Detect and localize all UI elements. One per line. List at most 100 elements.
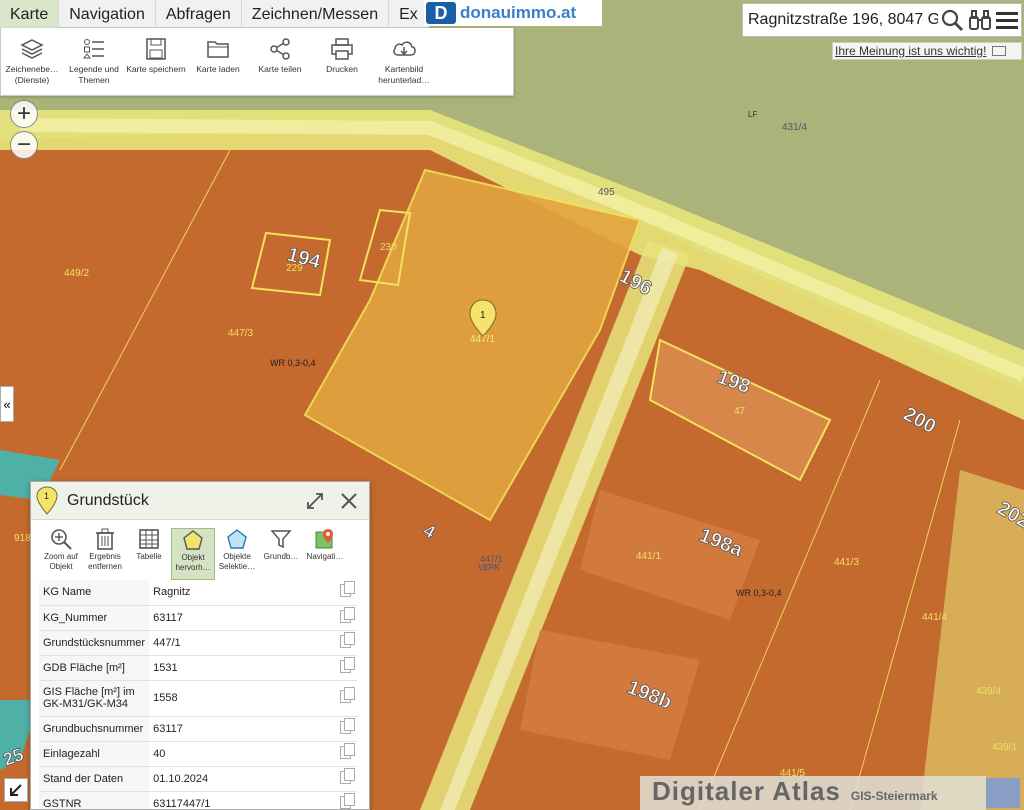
copy-icon[interactable] xyxy=(339,792,355,809)
highlight-object-label: Objekt hervorh… xyxy=(175,553,211,572)
copy-icon[interactable] xyxy=(339,581,355,598)
layers-button[interactable]: Zeichenebe… (Dienste) xyxy=(1,28,63,95)
main-menu-bar: Karte Navigation Abfragen Zeichnen/Messe… xyxy=(0,0,429,28)
zoom-to-object-label: Zoom auf Objekt xyxy=(44,552,78,571)
binoculars-button[interactable] xyxy=(966,6,994,34)
copy-icon[interactable] xyxy=(339,687,355,703)
property-value: 1558 xyxy=(149,680,333,717)
feedback-link[interactable]: Ihre Meinung ist uns wichtig! xyxy=(835,44,986,58)
share-map-label: Karte teilen xyxy=(258,64,302,74)
highlight-object-button[interactable]: Objekt hervorh… xyxy=(171,528,215,580)
table-row: Grundstücksnummer 447/1 xyxy=(39,630,357,656)
land-register-button[interactable]: Grundb… xyxy=(259,528,303,580)
save-floppy-icon xyxy=(146,38,166,60)
property-value: 447/1 xyxy=(149,630,333,656)
map-label-wr-1: WR 0,3-0,4 xyxy=(270,358,316,368)
copy-icon[interactable] xyxy=(339,656,355,673)
brand-mark-icon: D xyxy=(426,2,456,24)
save-map-label: Karte speichern xyxy=(126,64,186,74)
download-map-image-button[interactable]: Kartenbild herunterlad… xyxy=(373,28,435,95)
map-label-449-2: 449/2 xyxy=(64,268,89,279)
print-label: Drucken xyxy=(326,64,358,74)
copy-icon[interactable] xyxy=(339,742,355,759)
tab-abfragen[interactable]: Abfragen xyxy=(156,0,242,28)
tab-karte[interactable]: Karte xyxy=(0,0,60,28)
map-label-441-1: 441/1 xyxy=(636,551,661,562)
table-button[interactable]: Tabelle xyxy=(127,528,171,580)
address-search-input[interactable] xyxy=(748,11,938,29)
print-button[interactable]: Drucken xyxy=(311,28,373,95)
property-value: 63117447/1 xyxy=(149,791,333,809)
share-map-button[interactable]: Karte teilen xyxy=(249,28,311,95)
filter-funnel-icon xyxy=(270,530,292,549)
table-icon xyxy=(139,529,159,549)
table-row: Grundbuchsnummer 63117 xyxy=(39,716,357,742)
binoculars-icon xyxy=(968,10,991,30)
panel-header: 1 Grundstück xyxy=(31,482,369,520)
brand-logo[interactable]: D donauimmo.at xyxy=(424,0,602,26)
copy-icon[interactable] xyxy=(339,606,355,623)
panel-title: Grundstück xyxy=(67,491,149,509)
property-value: 40 xyxy=(149,741,333,767)
property-key: Einlagezahl xyxy=(39,741,150,767)
mail-icon[interactable] xyxy=(992,46,1007,56)
tab-navigation[interactable]: Navigation xyxy=(59,0,156,28)
hamburger-menu-icon xyxy=(996,12,1019,29)
zoom-out-button[interactable]: − xyxy=(10,131,38,159)
brand-text: donauimmo.at xyxy=(460,3,577,22)
map-label-229: 229 xyxy=(286,263,303,274)
cloud-download-icon xyxy=(393,41,416,56)
navigation-pin-icon xyxy=(315,529,333,549)
map-label-441-3: 441/3 xyxy=(834,557,859,568)
map-label-lf: LF xyxy=(748,110,757,119)
navigation-button[interactable]: Navigati… xyxy=(303,528,347,580)
trash-icon xyxy=(96,528,114,550)
printer-icon xyxy=(331,38,353,60)
property-value: 63117 xyxy=(149,605,333,631)
property-key: GSTNR xyxy=(39,791,150,809)
land-register-label: Grundb… xyxy=(263,552,299,561)
map-label-447-3: 447/3 xyxy=(228,328,253,339)
property-key: Grundbuchsnummer xyxy=(39,716,150,742)
copy-icon[interactable] xyxy=(339,631,355,648)
map-label-441-4: 441/4 xyxy=(922,612,947,623)
panel-marker-number: 1 xyxy=(44,491,49,501)
navigation-label: Navigati… xyxy=(306,552,344,561)
address-search-box xyxy=(742,3,1022,37)
search-button[interactable] xyxy=(938,6,966,34)
zoom-to-object-button[interactable]: Zoom auf Objekt xyxy=(39,528,83,580)
tab-zeichnen-messen[interactable]: Zeichnen/Messen xyxy=(242,0,390,28)
layers-label: Zeichenebe… (Dienste) xyxy=(5,64,59,85)
copy-icon[interactable] xyxy=(339,767,355,784)
map-label-918: 918 xyxy=(14,533,31,544)
table-row: GIS Fläche [m²] im GK-M31/GK-M34 1558 xyxy=(39,680,357,717)
tab-extras[interactable]: Ex xyxy=(389,0,429,28)
zoom-magnifier-icon xyxy=(51,529,72,550)
atlas-logo-icon xyxy=(986,778,1020,808)
copy-icon[interactable] xyxy=(339,717,355,734)
close-panel-button[interactable] xyxy=(335,487,363,515)
expand-corner-button[interactable] xyxy=(4,778,28,802)
side-panel-toggle-button[interactable]: « xyxy=(0,386,14,422)
highlight-polygon-icon xyxy=(183,530,203,550)
load-map-button[interactable]: Karte laden xyxy=(187,28,249,95)
remove-result-button[interactable]: Ergebnis entfernen xyxy=(83,528,127,580)
select-objects-label: Objekte Selektie… xyxy=(218,552,256,571)
legend-list-icon xyxy=(83,39,104,59)
zoom-in-button[interactable]: + xyxy=(10,100,38,128)
expand-panel-button[interactable] xyxy=(301,487,329,515)
save-map-button[interactable]: Karte speichern xyxy=(125,28,187,95)
hamburger-menu-button[interactable] xyxy=(993,6,1021,34)
map-label-230: 230 xyxy=(380,242,397,253)
legend-button[interactable]: Legende und Themen xyxy=(63,28,125,95)
search-icon xyxy=(941,9,963,31)
map-label-verk: VERK xyxy=(478,563,500,572)
map-marker-number: 1 xyxy=(480,310,486,321)
select-objects-button[interactable]: Objekte Selektie… xyxy=(215,528,259,580)
map-label-439-1: 439/1 xyxy=(992,742,1017,753)
map-label-47: 47 xyxy=(734,406,746,417)
remove-result-label: Ergebnis entfernen xyxy=(88,552,122,571)
close-icon xyxy=(341,492,357,509)
download-map-image-label: Kartenbild herunterlad… xyxy=(378,64,430,85)
folder-open-icon xyxy=(207,41,229,58)
